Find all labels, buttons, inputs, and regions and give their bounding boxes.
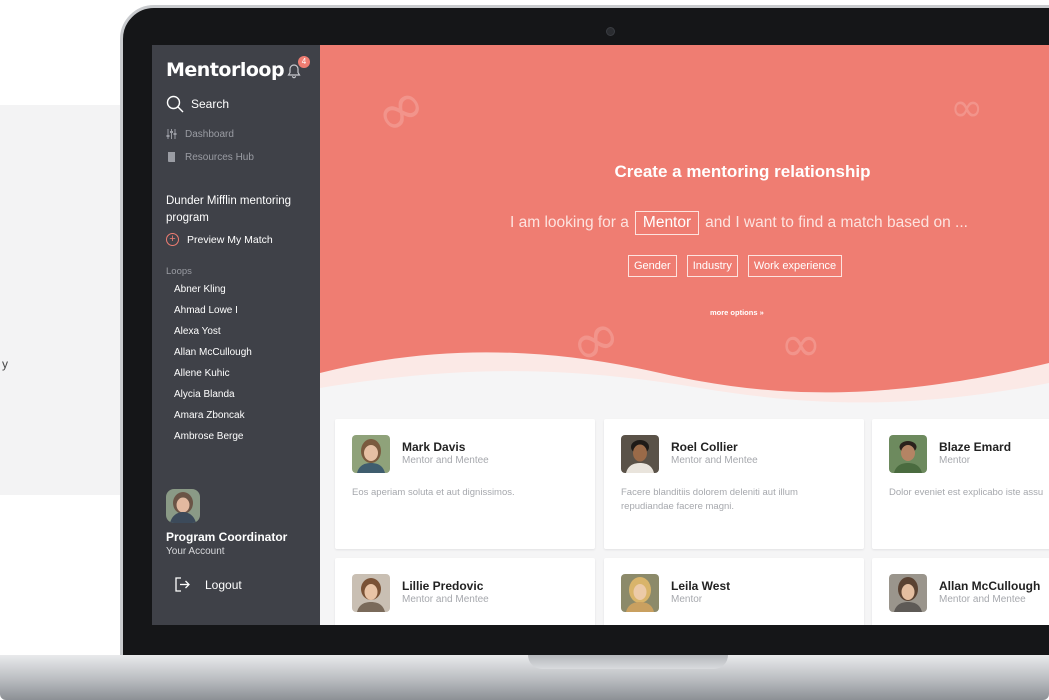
loop-item[interactable]: Ahmad Lowe I: [174, 304, 252, 325]
mentor-name: Leila West: [671, 579, 731, 593]
person-photo-icon: [621, 574, 659, 612]
sentence-end: and I want to find a match based on ...: [705, 214, 968, 231]
mentor-card[interactable]: Roel Collier Mentor and Mentee Facere bl…: [604, 419, 864, 549]
mentor-name: Roel Collier: [671, 440, 738, 454]
account-title[interactable]: Program Coordinator: [166, 530, 287, 544]
person-photo-icon: [889, 574, 927, 612]
loop-item[interactable]: Alexa Yost: [174, 325, 252, 346]
mentor-card[interactable]: Allan McCullough Mentor and Mentee: [872, 558, 1049, 625]
loop-item[interactable]: Allan McCullough: [174, 346, 252, 367]
search-button[interactable]: Search: [166, 95, 229, 113]
loops-heading: Loops: [166, 266, 192, 277]
loop-item[interactable]: Abner Kling: [174, 283, 252, 304]
infinity-decoration-icon: ∞: [950, 85, 984, 131]
criteria-work-experience[interactable]: Work experience: [747, 255, 843, 277]
avatar: [352, 574, 390, 612]
mentor-name: Blaze Emard: [939, 440, 1012, 454]
preview-match-button[interactable]: + Preview My Match: [166, 233, 273, 246]
person-photo-icon: [889, 435, 927, 473]
marketing-stage: y Mentorloop 4 Search Dashboard Resource…: [0, 0, 1049, 700]
app-screen: Mentorloop 4 Search Dashboard Resources …: [152, 45, 1049, 625]
list-fade: [152, 440, 320, 462]
sliders-icon: [166, 129, 177, 139]
mentor-card[interactable]: Leila West Mentor: [604, 558, 864, 625]
loop-item[interactable]: Amara Zboncak: [174, 409, 252, 430]
sidebar-item-resources-hub[interactable]: Resources Hub: [166, 151, 254, 163]
search-icon: [166, 95, 184, 113]
sidebar-item-label: Dashboard: [185, 128, 234, 140]
loop-item[interactable]: Allene Kuhic: [174, 367, 252, 388]
mentor-role: Mentor: [939, 455, 971, 466]
avatar: [352, 435, 390, 473]
loops-list: Abner Kling Ahmad Lowe I Alexa Yost Alla…: [174, 283, 252, 451]
sidebar-item-label: Resources Hub: [185, 151, 254, 163]
logout-button[interactable]: Logout: [174, 576, 242, 593]
hero-title: Create a mentoring relationship: [614, 162, 871, 181]
program-name: Dunder Mifflin mentoring program: [166, 195, 292, 224]
mentor-description: Dolor eveniet est explicabo iste assu: [889, 487, 1044, 498]
loop-item[interactable]: Alycia Blanda: [174, 388, 252, 409]
book-icon: [168, 152, 175, 162]
person-photo-icon: [621, 435, 659, 473]
person-photo-icon: [352, 435, 390, 473]
search-label: Search: [191, 97, 230, 111]
mentor-name: Mark Davis: [402, 440, 466, 454]
avatar: [889, 435, 927, 473]
wave-divider: [320, 352, 1049, 403]
preview-label: Preview My Match: [187, 233, 273, 246]
laptop-base: [0, 655, 1049, 700]
laptop-chin: [152, 625, 1049, 655]
sidebar-item-dashboard[interactable]: Dashboard: [166, 128, 234, 140]
mentor-role: Mentor: [671, 594, 703, 605]
role-selector[interactable]: Mentor: [634, 211, 700, 235]
avatar: [889, 574, 927, 612]
person-photo-icon: [352, 574, 390, 612]
plus-circle-icon: +: [166, 233, 179, 246]
mentor-card[interactable]: Blaze Emard Mentor Dolor eveniet est exp…: [872, 419, 1049, 549]
camera-icon: [606, 27, 615, 36]
infinity-decoration-icon: ∞: [359, 66, 441, 154]
cropped-glyph: y: [2, 357, 8, 371]
mentor-name: Lillie Predovic: [402, 579, 484, 593]
mentor-role: Mentor and Mentee: [402, 455, 489, 466]
sidebar: Mentorloop 4 Search Dashboard Resources …: [152, 45, 320, 625]
avatar[interactable]: [166, 489, 200, 523]
mentor-card[interactable]: Mark Davis Mentor and Mentee Eos aperiam…: [335, 419, 595, 549]
mentor-role: Mentor and Mentee: [402, 594, 489, 605]
mentor-role: Mentor and Mentee: [939, 594, 1026, 605]
mentor-name: Allan McCullough: [939, 579, 1041, 593]
notification-badge: 4: [298, 56, 310, 68]
laptop-notch: [528, 655, 728, 669]
match-criteria: Gender Industry Work experience: [628, 255, 843, 277]
background-panel: y: [0, 105, 135, 495]
more-options-link[interactable]: more options »: [710, 308, 764, 317]
user-avatar-icon: [166, 489, 200, 523]
mentor-description: Facere blanditiis dolorem deleniti aut i…: [621, 487, 798, 512]
match-hero: ∞ ∞ ∞ ∞ Create a mentoring relationship …: [320, 45, 1049, 403]
mentor-role: Mentor and Mentee: [671, 455, 758, 466]
criteria-gender[interactable]: Gender: [628, 255, 677, 277]
avatar: [621, 574, 659, 612]
sentence-start: I am looking for a: [510, 214, 629, 231]
mentor-card[interactable]: Lillie Predovic Mentor and Mentee: [335, 558, 595, 625]
logout-label: Logout: [205, 577, 242, 592]
logout-icon: [175, 577, 190, 592]
mentor-description: Eos aperiam soluta et aut dignissimos.: [352, 487, 515, 498]
app-logo[interactable]: Mentorloop: [166, 59, 285, 81]
avatar: [621, 435, 659, 473]
account-subtitle[interactable]: Your Account: [166, 546, 225, 557]
match-sentence: I am looking for a Mentor and I want to …: [510, 211, 968, 235]
criteria-industry[interactable]: Industry: [686, 255, 738, 277]
